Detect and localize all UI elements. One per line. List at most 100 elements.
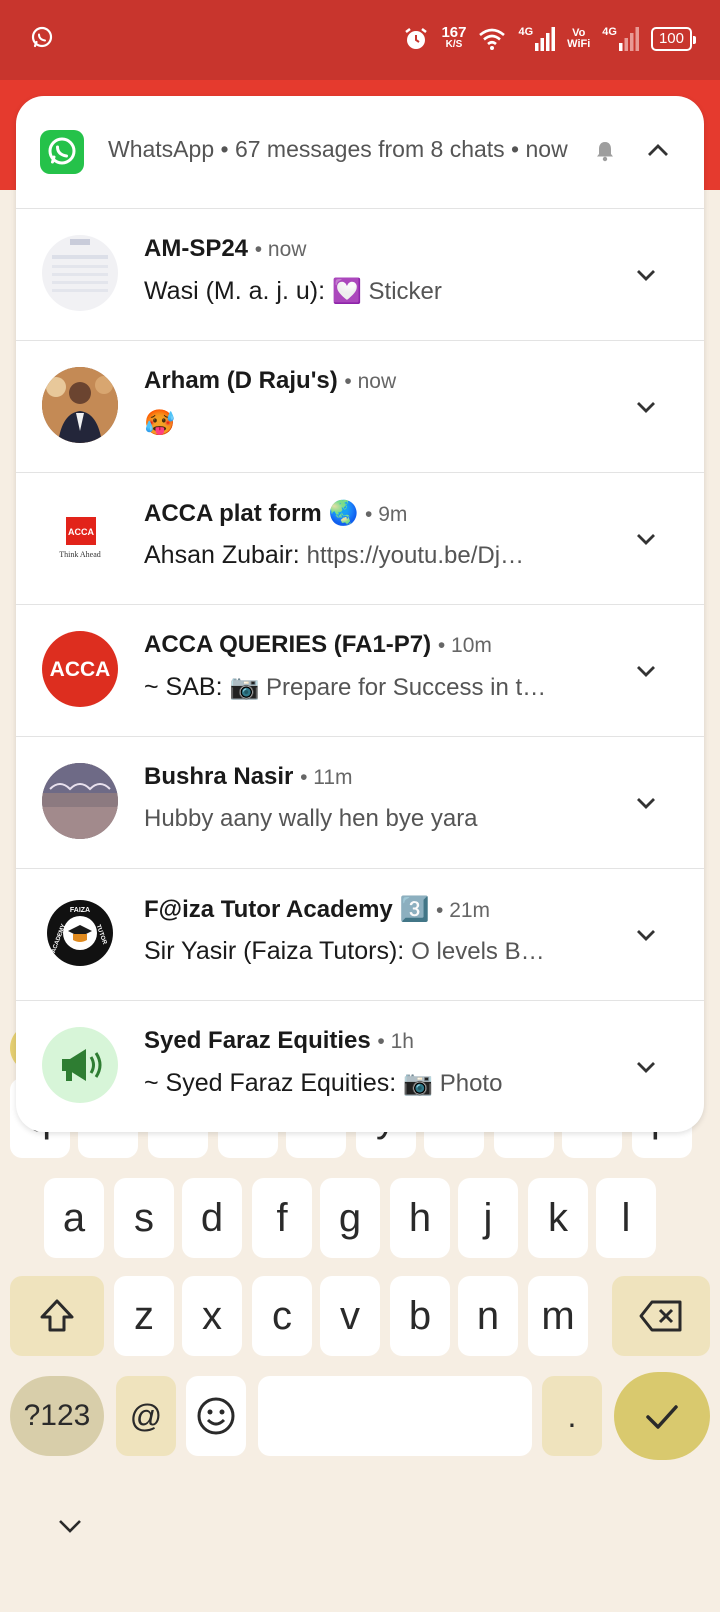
shift-key[interactable] — [10, 1276, 104, 1356]
message-text: 📷 Photo — [403, 1070, 503, 1097]
signal-bars-weak-icon — [618, 27, 639, 51]
chat-title: F@iza Tutor Academy 3️⃣ • 21m — [144, 896, 491, 923]
message-sender: Sir Yasir (Faiza Tutors): — [144, 937, 405, 965]
chat-time: 11m — [313, 766, 353, 789]
letter-key[interactable]: l — [596, 1178, 656, 1258]
expand-chevron-icon[interactable] — [630, 1051, 662, 1083]
letter-key[interactable]: m — [528, 1276, 588, 1356]
collapse-chevron-icon[interactable] — [642, 134, 674, 166]
chat-message: Wasi (M. a. j. u): 💟 Sticker — [144, 277, 634, 306]
chat-title: Syed Faraz Equities • 1h — [144, 1027, 414, 1054]
chat-name: Syed Faraz Equities — [144, 1027, 371, 1054]
chat-time: now — [267, 238, 307, 261]
chat-message: 🥵 — [144, 409, 634, 438]
space-key[interactable] — [258, 1376, 532, 1456]
chat-title: ACCA plat form 🌏 • 9m — [144, 500, 408, 527]
period-key[interactable]: . — [542, 1376, 602, 1456]
vowifi-bottom: WiFi — [567, 38, 591, 50]
chat-title: Arham (D Raju's) • now — [144, 367, 397, 394]
message-sender: Ahsan Zubair: — [144, 541, 300, 569]
message-text: Hubby aany wally hen bye yara — [144, 805, 478, 832]
letter-key[interactable]: z — [114, 1276, 174, 1356]
chat-name: AM-SP24 — [144, 235, 249, 262]
speed-unit: K/S — [445, 39, 463, 50]
expand-chevron-icon[interactable] — [630, 259, 662, 291]
letter-key[interactable]: k — [528, 1178, 588, 1258]
chat-time: 9m — [378, 503, 408, 526]
chat-row[interactable]: AM-SP24 • now Wasi (M. a. j. u): 💟 Stick… — [16, 208, 704, 340]
hide-keyboard-chevron-icon[interactable] — [56, 1516, 84, 1536]
avatar: FAIZA TUTOR ACADEMY — [42, 895, 118, 971]
message-text: https://youtu.be/Dj… — [306, 542, 525, 569]
expand-chevron-icon[interactable] — [630, 523, 662, 555]
chat-title: ACCA QUERIES (FA1-P7) • 10m — [144, 631, 492, 658]
chat-time: 10m — [451, 634, 492, 657]
at-key[interactable]: @ — [116, 1376, 176, 1456]
chat-name: ACCA plat form 🌏 — [144, 500, 359, 527]
backspace-icon — [639, 1300, 682, 1332]
chat-time: now — [357, 370, 397, 393]
chat-name: F@iza Tutor Academy 3️⃣ — [144, 896, 430, 923]
battery-indicator: 100 — [650, 27, 697, 51]
letter-key[interactable]: b — [390, 1276, 450, 1356]
alarm-icon — [405, 28, 428, 49]
chat-message: ~ SAB: 📷 Prepare for Success in t… — [144, 673, 634, 702]
expand-chevron-icon[interactable] — [630, 391, 662, 423]
acca-logo-text: ACCA — [68, 527, 94, 537]
avatar — [42, 1027, 118, 1103]
net1-label: 4G — [518, 26, 534, 38]
speed-value: 167 — [441, 24, 467, 41]
symbols-key[interactable]: ?123 — [10, 1376, 104, 1456]
chat-row[interactable]: Arham (D Raju's) • now 🥵 — [16, 340, 704, 472]
shift-icon — [40, 1299, 74, 1332]
letter-key[interactable]: v — [320, 1276, 380, 1356]
expand-chevron-icon[interactable] — [630, 919, 662, 951]
bell-icon — [597, 142, 613, 162]
message-text: 🥵 — [144, 409, 176, 437]
letter-key[interactable]: s — [114, 1178, 174, 1258]
chat-message: ~ Syed Faraz Equities: 📷 Photo — [144, 1069, 634, 1098]
avatar — [42, 235, 118, 311]
letter-key[interactable]: x — [182, 1276, 242, 1356]
avatar: ACCA Think Ahead — [42, 499, 118, 575]
notification-card[interactable]: WhatsApp • 67 messages from 8 chats • no… — [16, 96, 704, 1132]
notification-header[interactable]: WhatsApp • 67 messages from 8 chats • no… — [16, 96, 704, 208]
whatsapp-status-icon — [31, 26, 53, 48]
checkmark-icon — [646, 1405, 678, 1429]
letter-key[interactable]: a — [44, 1178, 104, 1258]
avatar: ACCA — [42, 631, 118, 707]
chat-message: Ahsan Zubair: https://youtu.be/Dj… — [144, 541, 634, 570]
chat-row[interactable]: Bushra Nasir • 11m Hubby aany wally hen … — [16, 736, 704, 868]
avatar — [42, 367, 118, 443]
message-sender: ~ SAB: — [144, 673, 223, 701]
avatar — [42, 763, 118, 839]
message-sender: ~ Syed Faraz Equities: — [144, 1069, 397, 1097]
emoji-key[interactable] — [186, 1376, 246, 1456]
notification-summary: WhatsApp • 67 messages from 8 chats • no… — [108, 136, 568, 162]
expand-chevron-icon[interactable] — [630, 787, 662, 819]
message-sender: Wasi (M. a. j. u): — [144, 277, 326, 305]
letter-key[interactable]: n — [458, 1276, 518, 1356]
letter-key[interactable]: j — [458, 1178, 518, 1258]
expand-chevron-icon[interactable] — [630, 655, 662, 687]
done-key[interactable] — [614, 1372, 710, 1460]
chat-row[interactable]: ACCA ACCA QUERIES (FA1-P7) • 10m ~ SAB: … — [16, 604, 704, 736]
letter-key[interactable]: f — [252, 1178, 312, 1258]
acca-tagline: Think Ahead — [59, 550, 101, 559]
letter-key[interactable]: g — [320, 1178, 380, 1258]
chat-row[interactable]: FAIZA TUTOR ACADEMY F@iza Tutor Academy … — [16, 868, 704, 1000]
signal-sim1: 4G — [518, 26, 556, 51]
letter-key[interactable]: h — [390, 1178, 450, 1258]
letter-key[interactable]: c — [252, 1276, 312, 1356]
chat-time: 1h — [390, 1030, 414, 1053]
chat-message: Hubby aany wally hen bye yara — [144, 805, 634, 833]
chat-row[interactable]: Syed Faraz Equities • 1h ~ Syed Faraz Eq… — [16, 1000, 704, 1132]
message-text: 📷 Prepare for Success in t… — [229, 674, 547, 701]
signal-sim2: 4G — [602, 27, 639, 51]
chat-row[interactable]: ACCA Think Ahead ACCA plat form 🌏 • 9m A… — [16, 472, 704, 604]
whatsapp-app-icon — [40, 130, 84, 174]
letter-key[interactable]: d — [182, 1178, 242, 1258]
backspace-key[interactable] — [612, 1276, 710, 1356]
acca-logo-text: ACCA — [50, 658, 111, 681]
network-speed: 167 K/S — [441, 24, 467, 51]
